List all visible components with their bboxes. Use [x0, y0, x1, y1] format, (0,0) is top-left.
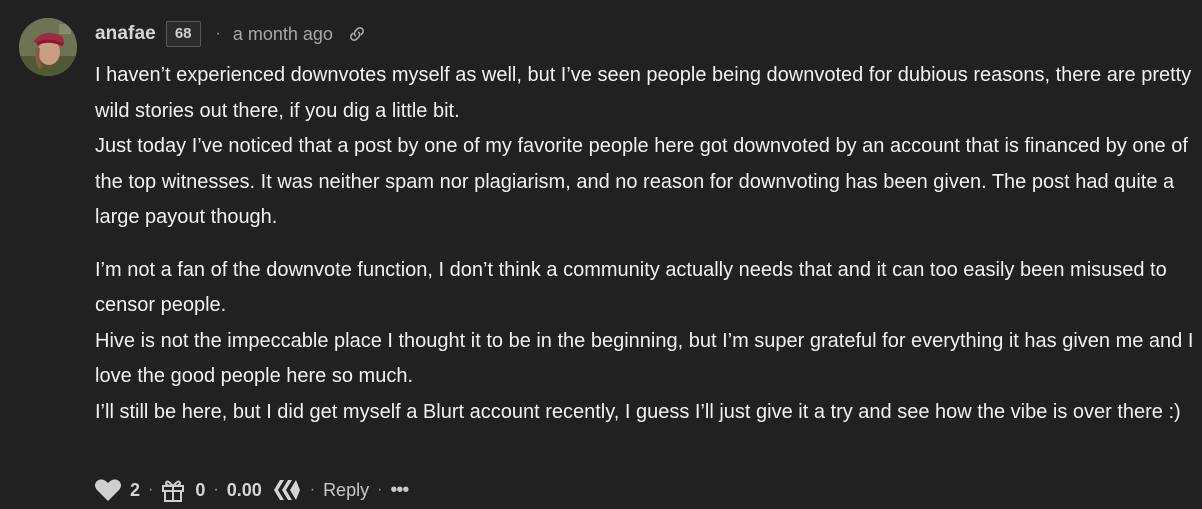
- comment-footer: 2 · 0 · 0.00 · Reply · •••: [94, 474, 409, 506]
- comment-line: Just today I’ve noticed that a post by o…: [95, 135, 1188, 228]
- separator: ·: [213, 481, 219, 498]
- payout-value[interactable]: 0.00: [227, 480, 262, 501]
- separator: ·: [215, 25, 221, 42]
- heart-icon[interactable]: [94, 478, 122, 502]
- comment-line: I’m not a fan of the downvote function, …: [95, 258, 1167, 317]
- avatar[interactable]: [19, 18, 77, 76]
- comment-line: I haven’t experienced downvotes myself a…: [95, 64, 1192, 122]
- author-name[interactable]: anafae: [95, 23, 156, 45]
- link-icon[interactable]: [347, 24, 367, 44]
- vote-count[interactable]: 2: [130, 480, 140, 501]
- comment-header: anafae 68 · a month ago: [95, 20, 367, 48]
- more-options-button[interactable]: •••: [390, 479, 409, 502]
- comment-line: Hive is not the impeccable place I thoug…: [95, 329, 1194, 388]
- gift-count: 0: [195, 479, 206, 500]
- reply-button[interactable]: Reply: [323, 480, 369, 501]
- gift-icon[interactable]: [161, 477, 185, 503]
- reputation-badge: 68: [165, 21, 201, 47]
- comment-line: I’ll still be here, but I did get myself…: [95, 400, 1181, 423]
- avatar-image: [19, 18, 77, 76]
- hive-logo-icon[interactable]: [272, 479, 302, 501]
- separator: ·: [148, 481, 154, 498]
- separator: ·: [377, 481, 383, 498]
- comment-body: I haven’t experienced downvotes myself a…: [95, 58, 1195, 430]
- separator: ·: [309, 481, 316, 498]
- timestamp[interactable]: a month ago: [233, 24, 333, 45]
- comment: anafae 68 · a month ago I haven’t experi…: [0, 0, 1202, 509]
